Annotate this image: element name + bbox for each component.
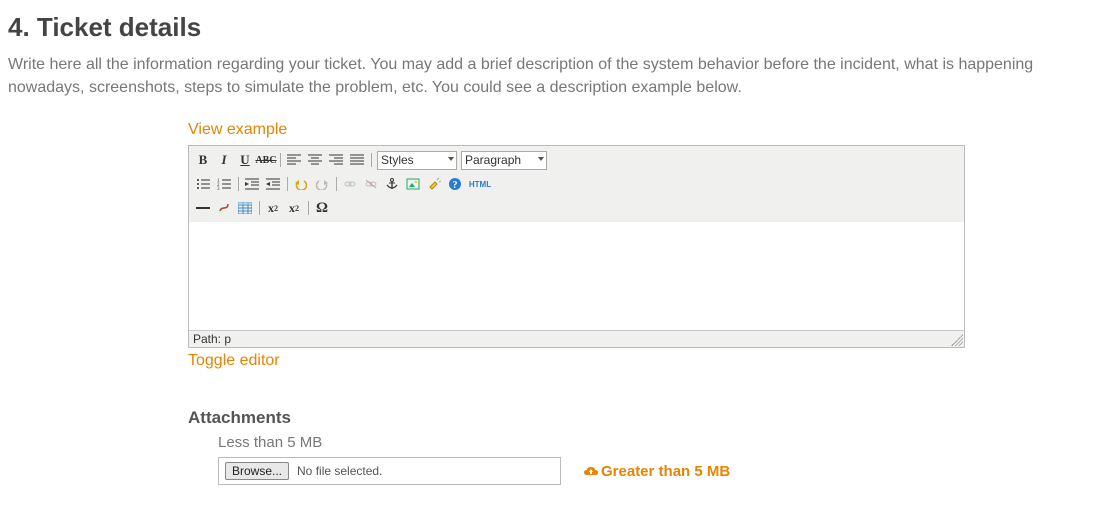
cloud-upload-icon [583, 465, 599, 478]
file-selected-label: No file selected. [297, 464, 382, 478]
view-example-link[interactable]: View example [188, 121, 287, 139]
chevron-down-icon [448, 157, 454, 161]
styles-select-label: Styles [381, 153, 414, 167]
align-left-button[interactable] [284, 150, 304, 170]
svg-text:3: 3 [217, 187, 220, 190]
editor-block: View example B I U ABC [188, 121, 968, 485]
browse-button[interactable]: Browse... [225, 462, 289, 480]
superscript-button[interactable]: x2 [284, 198, 304, 218]
table-button[interactable] [235, 198, 255, 218]
separator [238, 177, 239, 191]
separator [371, 153, 372, 167]
svg-text:?: ? [453, 180, 458, 191]
attachments-less-label: Less than 5 MB [218, 434, 968, 451]
file-upload-row: Browse... No file selected. Greater than… [218, 457, 968, 485]
special-char-button[interactable]: Ω [312, 198, 332, 218]
resize-grip-icon[interactable] [951, 334, 963, 346]
toolbar-row-2: 123 [193, 172, 960, 196]
separator [259, 201, 260, 215]
separator [287, 177, 288, 191]
align-center-button[interactable] [305, 150, 325, 170]
align-right-button[interactable] [326, 150, 346, 170]
bold-button[interactable]: B [193, 150, 213, 170]
section-description: Write here all the information regarding… [8, 53, 1088, 99]
paragraph-select-label: Paragraph [465, 153, 521, 167]
strikethrough-button[interactable]: ABC [256, 150, 276, 170]
link-button[interactable] [340, 174, 360, 194]
indent-button[interactable] [263, 174, 283, 194]
paragraph-select[interactable]: Paragraph [461, 151, 547, 170]
toolbar-row-3: x2 x2 Ω [193, 196, 960, 220]
separator [336, 177, 337, 191]
align-justify-button[interactable] [347, 150, 367, 170]
toggle-editor-link[interactable]: Toggle editor [188, 352, 280, 370]
toolbar-row-1: B I U ABC Styles [193, 148, 960, 172]
outdent-button[interactable] [242, 174, 262, 194]
html-button[interactable]: HTML [466, 174, 494, 194]
section-title: 4. Ticket details [8, 12, 1100, 43]
chevron-down-icon [538, 157, 544, 161]
separator [308, 201, 309, 215]
attachments-title: Attachments [188, 408, 968, 428]
editor-textarea[interactable] [189, 222, 964, 330]
editor-toolbar: B I U ABC Styles [189, 146, 964, 222]
help-button[interactable]: ? [445, 174, 465, 194]
remove-format-button[interactable] [214, 198, 234, 218]
italic-button[interactable]: I [214, 150, 234, 170]
underline-button[interactable]: U [235, 150, 255, 170]
editor-path-text: Path: p [193, 332, 231, 346]
cleanup-button[interactable] [424, 174, 444, 194]
editor-path-bar: Path: p [189, 330, 964, 347]
bullet-list-button[interactable] [193, 174, 213, 194]
file-input-box: Browse... No file selected. [218, 457, 561, 485]
separator [280, 153, 281, 167]
redo-button[interactable] [312, 174, 332, 194]
horizontal-rule-button[interactable] [193, 198, 213, 218]
subscript-button[interactable]: x2 [263, 198, 283, 218]
unlink-button[interactable] [361, 174, 381, 194]
styles-select[interactable]: Styles [377, 151, 457, 170]
greater-upload-label: Greater than 5 MB [601, 463, 730, 480]
greater-upload-link[interactable]: Greater than 5 MB [583, 463, 730, 480]
image-button[interactable] [403, 174, 423, 194]
anchor-button[interactable] [382, 174, 402, 194]
undo-button[interactable] [291, 174, 311, 194]
rich-text-editor: B I U ABC Styles [188, 145, 965, 348]
numbered-list-button[interactable]: 123 [214, 174, 234, 194]
